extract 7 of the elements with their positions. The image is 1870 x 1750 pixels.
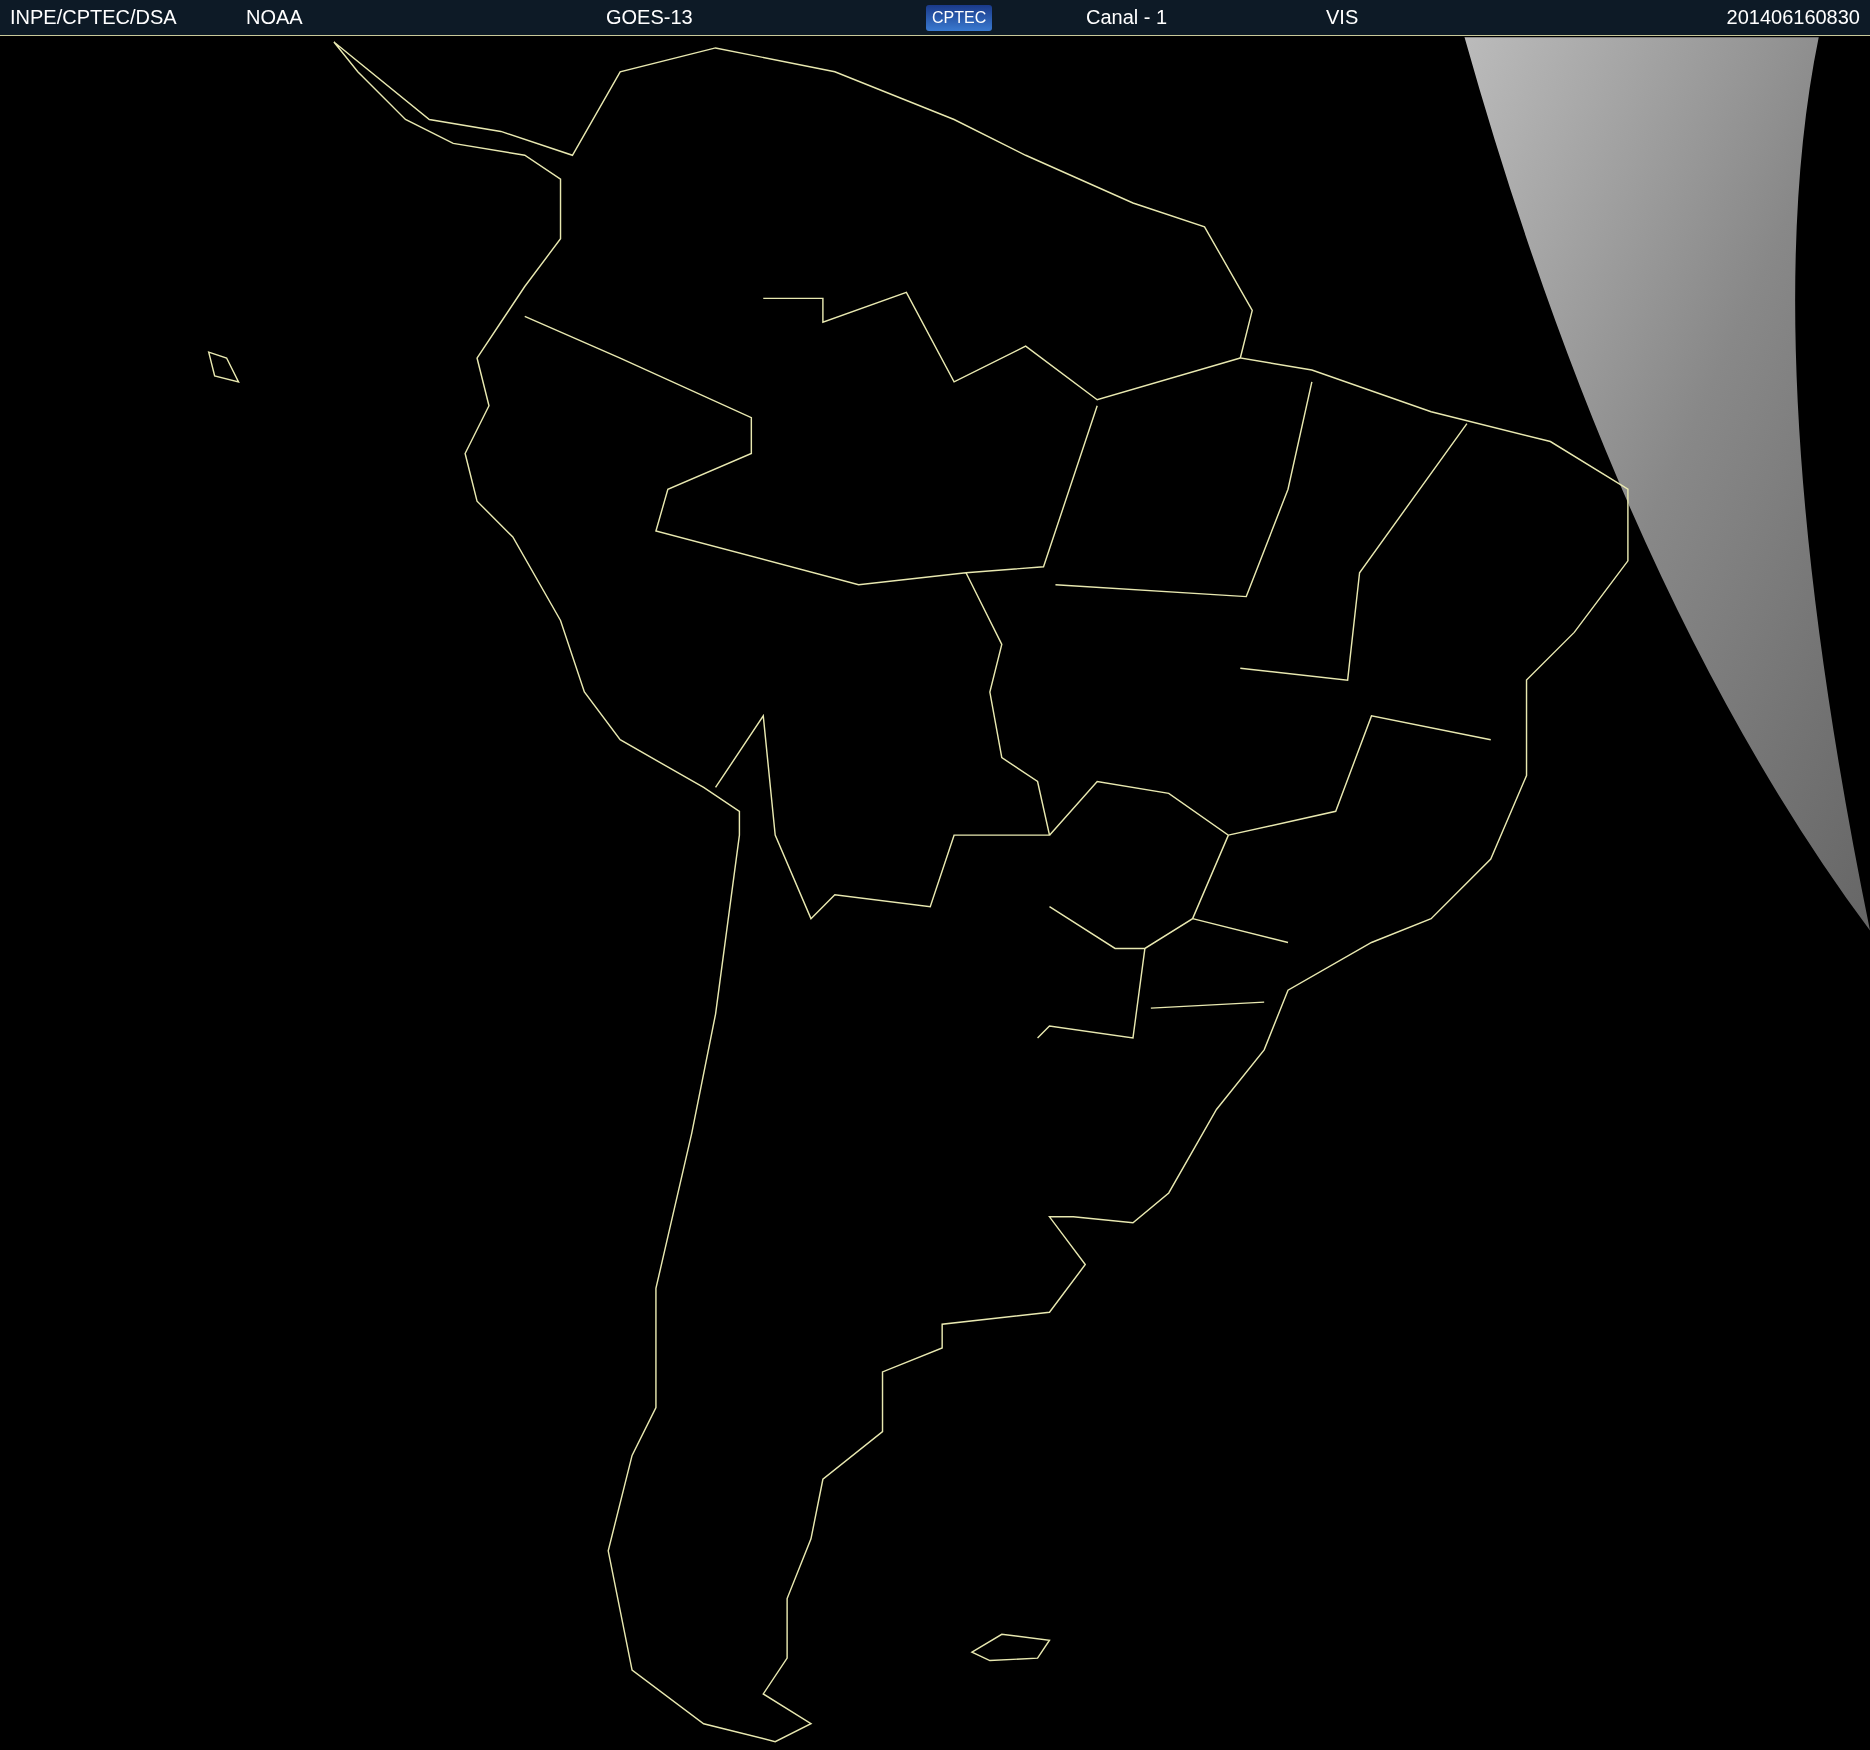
channel-label: Canal - 1 (1086, 6, 1168, 29)
band-label: VIS (1326, 6, 1359, 29)
agency-label: INPE/CPTEC/DSA (10, 6, 177, 29)
timestamp-label: 201406160830 (1726, 6, 1860, 29)
logo: CPTEC (926, 4, 993, 31)
satellite-label: GOES-13 (606, 6, 693, 29)
source-label: NOAA (246, 6, 303, 29)
